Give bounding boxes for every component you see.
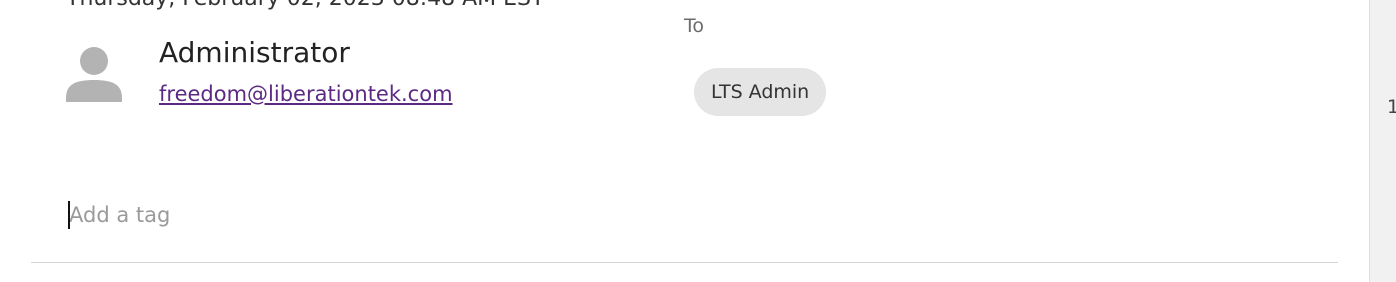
person-icon (66, 47, 122, 102)
side-panel-edge[interactable] (1369, 0, 1396, 282)
text-cursor (68, 201, 70, 229)
message-header-panel: Thursday, February 02, 2023 08:48 AM EST… (0, 0, 1396, 282)
side-panel-edge-text: 1 (1387, 96, 1396, 118)
add-tag-input[interactable] (66, 196, 1329, 234)
recipient-chip[interactable]: LTS Admin (694, 68, 827, 116)
message-date: Thursday, February 02, 2023 08:48 AM EST (66, 0, 544, 11)
section-divider (31, 262, 1338, 263)
sender-email-link[interactable]: freedom@liberationtek.com (159, 82, 453, 106)
sender-name: Administrator (159, 36, 350, 69)
to-label: To (684, 15, 705, 37)
sender-avatar (66, 46, 122, 102)
